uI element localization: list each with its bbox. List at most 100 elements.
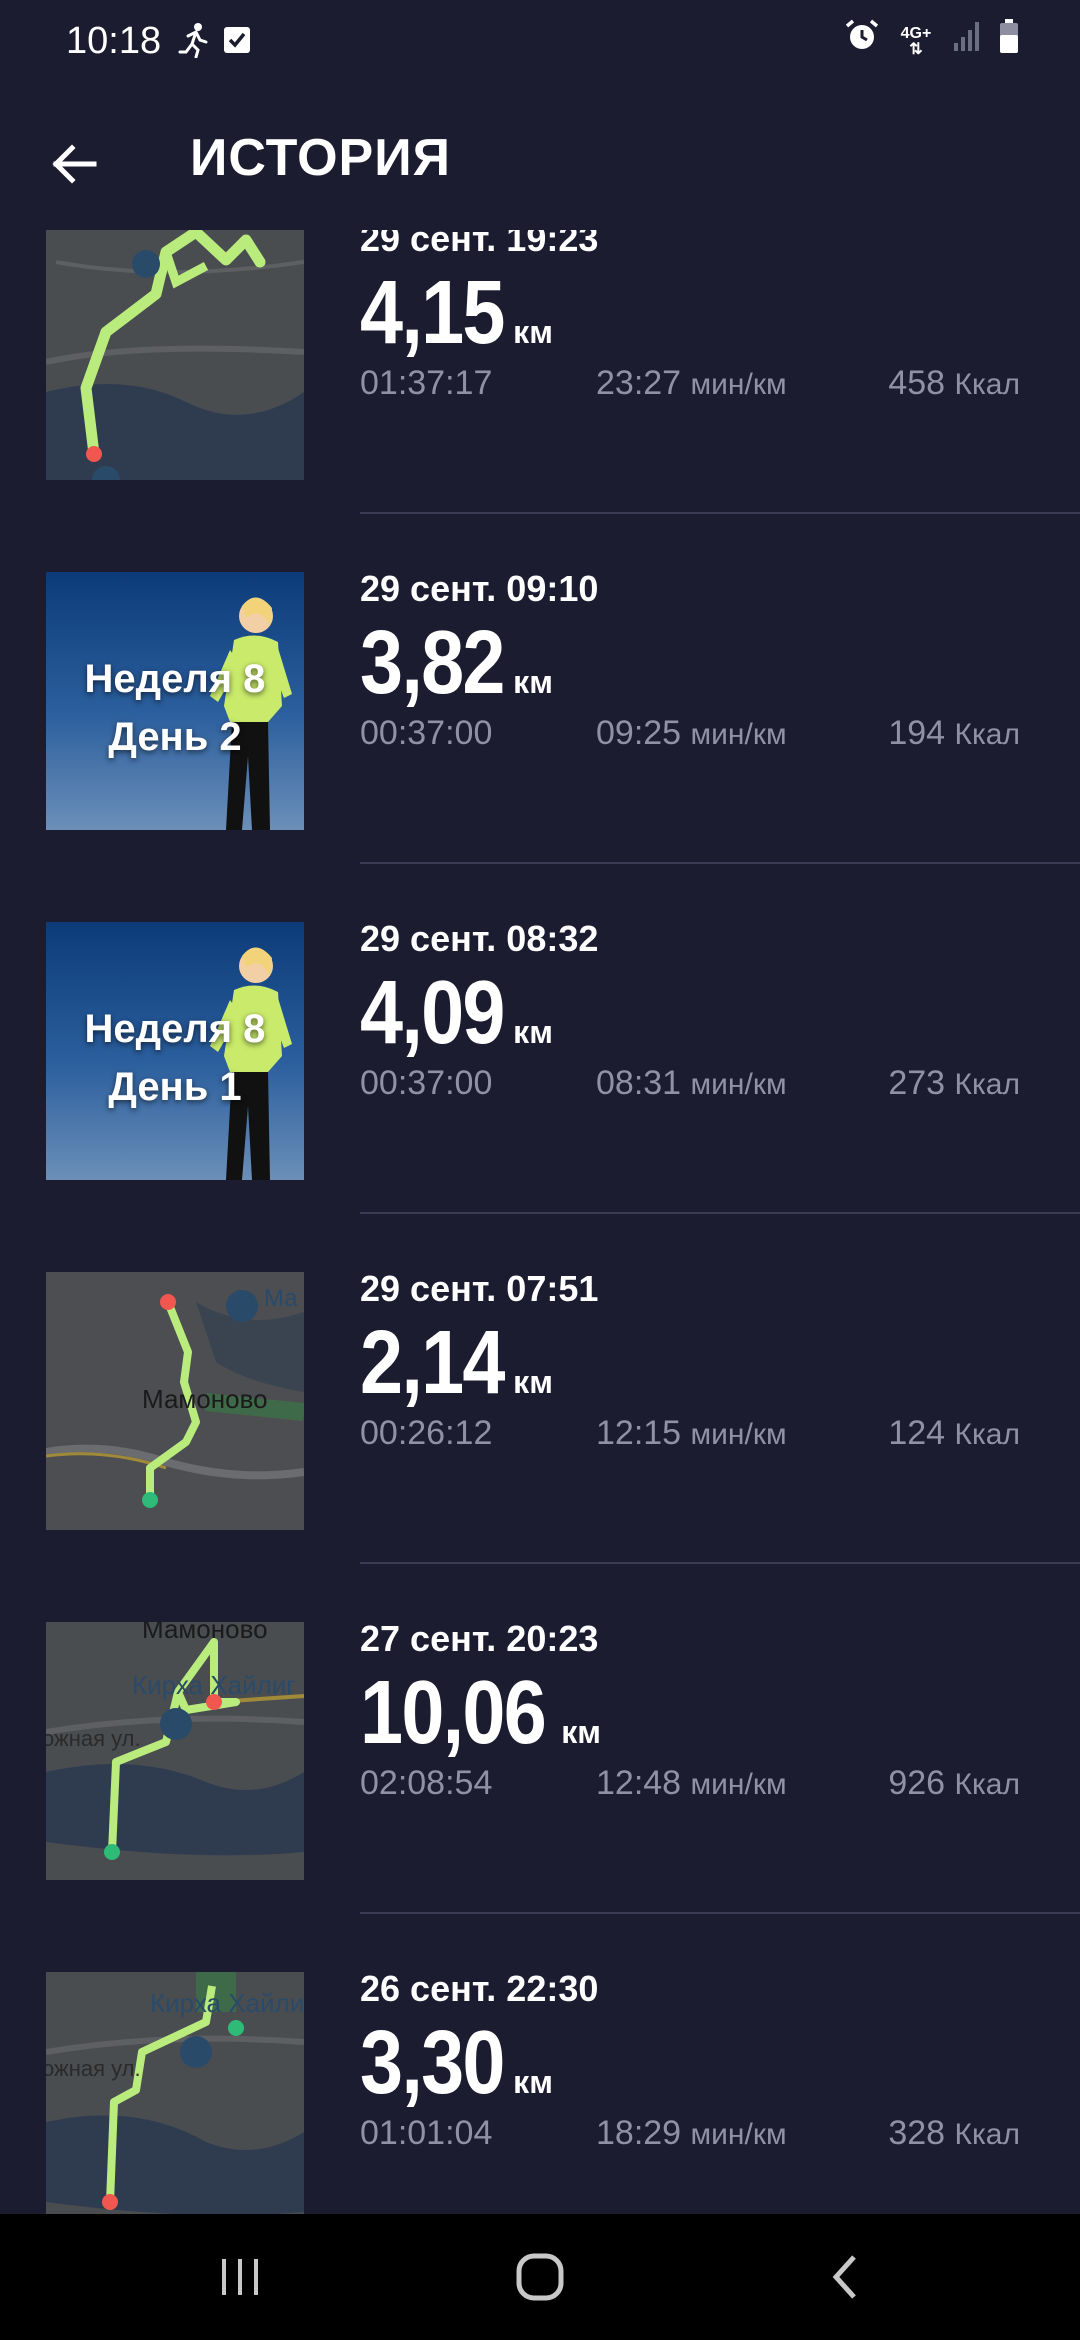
map-label-secondary: Кирха Хайлиг — [132, 1670, 296, 1700]
plan-thumbnail: Неделя 8 День 1 — [46, 922, 304, 1180]
calories-value: 926 — [888, 1764, 946, 1802]
system-back-button[interactable] — [806, 2242, 886, 2312]
route-map-thumbnail: Ма кра Мамоново — [46, 1272, 304, 1530]
run-duration: 02:08:54 — [360, 1764, 493, 1802]
run-pace: 23:27 мин/км — [596, 364, 787, 403]
calories-value: 124 — [888, 1414, 946, 1452]
run-duration: 00:26:12 — [360, 1414, 493, 1452]
signal-icon — [952, 19, 982, 64]
calories-unit: Ккал — [954, 718, 1020, 751]
run-history-item[interactable]: Неделя 8 День 2 29 сент. 09:10 3,82 км 0… — [0, 514, 1080, 864]
run-duration: 01:01:04 — [360, 2114, 493, 2152]
distance-unit: км — [513, 664, 553, 700]
distance-unit: км — [513, 314, 553, 350]
pace-unit: мин/км — [690, 368, 787, 401]
calories-value: 328 — [888, 2114, 946, 2152]
map-label: Мамоново — [142, 1384, 268, 1414]
distance-unit: км — [513, 1364, 553, 1400]
calories-unit: Ккал — [954, 2118, 1020, 2151]
run-date: 26 сент. 22:30 — [360, 1968, 599, 2009]
run-history-item[interactable]: Неделя 8 День 1 29 сент. 08:32 4,09 км 0… — [0, 864, 1080, 1214]
pace-value: 09:25 — [596, 714, 682, 752]
distance-value: 2,14 — [360, 1313, 505, 1413]
run-distance: 2,14 км — [360, 1312, 553, 1415]
run-history-item[interactable]: Ма кра Мамоново 29 сент. 07:51 2,14 км 0… — [0, 1214, 1080, 1564]
run-distance: 4,15 км — [360, 262, 553, 365]
calories-unit: Ккал — [954, 368, 1020, 401]
run-calories: 926 Ккал — [888, 1764, 1020, 1803]
run-history-item[interactable]: Кирха Хайлиг ожная ул. 26 сент. 22:30 3,… — [0, 1914, 1080, 2214]
back-icon — [832, 2255, 856, 2299]
plan-week: Неделя 8 — [84, 657, 266, 701]
run-distance: 4,09 км — [360, 962, 553, 1065]
distance-unit: км — [561, 1714, 601, 1750]
plan-label: Неделя 8 День 1 — [46, 1000, 304, 1116]
app-bar: ИСТОРИЯ — [0, 84, 1080, 230]
run-calories: 328 Ккал — [888, 2114, 1020, 2153]
run-distance: 3,30 км — [360, 2012, 553, 2115]
run-distance: 10,06 км — [360, 1662, 601, 1765]
run-duration: 01:37:17 — [360, 364, 493, 402]
run-history-item[interactable]: Мамоново Кирха Хайлиг ожная ул. 27 сент.… — [0, 1564, 1080, 1914]
run-calories: 458 Ккал — [888, 364, 1020, 403]
distance-value: 3,30 — [360, 2013, 505, 2113]
plan-week: Неделя 8 — [84, 1007, 266, 1051]
alarm-icon — [844, 18, 880, 65]
run-date: 29 сент. 07:51 — [360, 1268, 599, 1309]
run-date: 29 сент. 19:23 — [360, 230, 599, 259]
running-person-icon — [178, 22, 210, 69]
run-pace: 09:25 мин/км — [596, 714, 787, 753]
home-button[interactable] — [500, 2242, 580, 2312]
distance-value: 4,15 — [360, 263, 505, 363]
run-pace: 12:15 мин/км — [596, 1414, 787, 1453]
run-date: 29 сент. 09:10 — [360, 568, 599, 609]
distance-unit: км — [513, 1014, 553, 1050]
status-time: 10:18 — [66, 20, 162, 62]
run-pace: 08:31 мин/км — [596, 1064, 787, 1103]
run-history-item[interactable]: 29 сент. 19:23 4,15 км 01:37:17 23:27 ми… — [0, 230, 1080, 514]
distance-value: 3,82 — [360, 613, 505, 713]
map-label: Мамоново — [142, 1622, 268, 1644]
pace-unit: мин/км — [690, 1068, 787, 1101]
page-title: ИСТОРИЯ — [190, 129, 451, 187]
pace-value: 23:27 — [596, 364, 682, 402]
run-duration: 00:37:00 — [360, 714, 493, 752]
network-type-label: 4G+ ⇅ — [900, 24, 932, 58]
pace-value: 12:15 — [596, 1414, 682, 1452]
calories-value: 458 — [888, 364, 946, 402]
recent-apps-button[interactable] — [200, 2242, 280, 2312]
status-icons-left — [178, 22, 252, 69]
battery-icon — [998, 18, 1020, 65]
back-button[interactable] — [36, 126, 112, 202]
plan-day: День 1 — [108, 1065, 242, 1109]
system-nav-bar — [0, 2214, 1080, 2340]
status-icons-right: 4G+ ⇅ — [844, 18, 1020, 65]
calories-unit: Ккал — [954, 1418, 1020, 1451]
map-street-label: ожная ул. — [46, 1726, 141, 1751]
status-bar: 10:18 4G+ ⇅ — [0, 0, 1080, 84]
plan-thumbnail: Неделя 8 День 2 — [46, 572, 304, 830]
calories-unit: Ккал — [954, 1068, 1020, 1101]
plan-label: Неделя 8 День 2 — [46, 650, 304, 766]
run-date: 29 сент. 08:32 — [360, 918, 599, 959]
run-calories: 124 Ккал — [888, 1414, 1020, 1453]
route-map-thumbnail: Кирха Хайлиг ожная ул. — [46, 1972, 304, 2214]
pace-unit: мин/км — [690, 1418, 787, 1451]
calories-value: 194 — [888, 714, 946, 752]
run-pace: 18:29 мин/км — [596, 2114, 787, 2153]
pace-value: 08:31 — [596, 1064, 682, 1102]
map-street-label: ожная ул. — [46, 2056, 141, 2081]
pace-unit: мин/км — [690, 718, 787, 751]
run-calories: 273 Ккал — [888, 1064, 1020, 1103]
arrow-left-icon — [52, 144, 97, 184]
run-history-list[interactable]: 29 сент. 19:23 4,15 км 01:37:17 23:27 ми… — [0, 230, 1080, 2214]
distance-unit: км — [513, 2064, 553, 2100]
recent-apps-icon — [222, 2259, 258, 2295]
map-label-secondary: Кирха Хайлиг — [150, 1988, 304, 2018]
calories-value: 273 — [888, 1064, 946, 1102]
run-date: 27 сент. 20:23 — [360, 1618, 599, 1659]
distance-value: 10,06 — [360, 1663, 547, 1763]
checkbox-icon — [222, 25, 252, 66]
route-map-thumbnail: Мамоново Кирха Хайлиг ожная ул. — [46, 1622, 304, 1880]
pace-unit: мин/км — [690, 2118, 787, 2151]
